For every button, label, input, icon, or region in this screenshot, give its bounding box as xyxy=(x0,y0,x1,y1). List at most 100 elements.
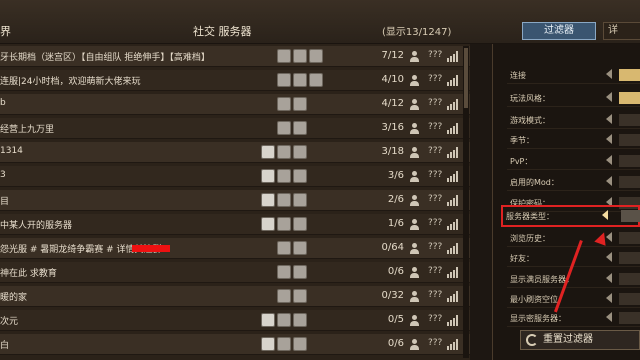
scrollbar-thumb[interactable] xyxy=(464,48,468,108)
season-icon xyxy=(293,265,307,279)
filter-value[interactable] xyxy=(619,92,640,104)
filter-label: 浏览历史： xyxy=(510,234,550,243)
player-count: 0/6 xyxy=(387,266,404,277)
arrow-left-icon[interactable] xyxy=(606,252,612,262)
filter-row[interactable]: 游戏模式： xyxy=(507,111,640,129)
tab-details[interactable]: 详 xyxy=(603,22,640,40)
table-row[interactable]: 目 2/6??? xyxy=(0,190,470,211)
server-name: 3 xyxy=(0,170,6,180)
page-title: 社交 服务器 xyxy=(193,25,252,38)
lock-icon xyxy=(261,169,275,183)
mode-icon xyxy=(277,169,291,183)
filter-value[interactable] xyxy=(619,273,640,285)
person-icon xyxy=(410,75,419,86)
filter-value[interactable] xyxy=(619,155,640,167)
table-row[interactable]: 经营上九万里 3/16??? xyxy=(0,118,470,139)
arrow-left-icon[interactable] xyxy=(606,69,612,79)
table-row[interactable]: 次元 0/5??? xyxy=(0,310,470,331)
filter-row[interactable]: 连接 xyxy=(507,66,640,84)
filter-row[interactable]: 浏览历史： xyxy=(507,229,640,247)
filter-row[interactable]: 玩法风格： xyxy=(507,89,640,107)
filter-value[interactable] xyxy=(619,114,640,126)
table-row[interactable]: 神在此 求教育 0/6??? xyxy=(0,262,470,283)
server-name: 目 xyxy=(0,197,10,207)
table-row[interactable]: 白 0/6??? xyxy=(0,334,470,355)
signal-icon xyxy=(447,51,459,62)
ping-value: ??? xyxy=(428,218,443,228)
arrow-left-icon[interactable] xyxy=(606,273,612,283)
filter-row[interactable]: 最小刷资空位： xyxy=(507,290,640,308)
filter-value[interactable] xyxy=(619,252,640,264)
filter-label: 服务器类型： xyxy=(506,212,554,221)
filter-label: 连接 xyxy=(510,71,526,80)
signal-icon xyxy=(447,99,459,110)
server-name: 1314 xyxy=(0,146,23,156)
table-row[interactable]: 怨光服 # 暑期龙绮争霸赛 # 详情关注群6 0/64??? xyxy=(0,238,470,259)
arrow-left-icon[interactable] xyxy=(606,312,612,322)
filter-value[interactable] xyxy=(619,312,640,324)
filter-value[interactable] xyxy=(619,69,640,81)
person-icon xyxy=(410,243,419,254)
filter-row[interactable]: PvP： xyxy=(507,152,640,170)
filter-label: 显示密服务器： xyxy=(510,314,566,323)
filter-value[interactable] xyxy=(619,176,640,188)
filter-row[interactable]: 显示密服务器： xyxy=(507,309,640,327)
player-count: 4/10 xyxy=(381,74,404,85)
season-icon xyxy=(293,337,307,351)
lock-icon xyxy=(261,193,275,207)
filter-label: 好友： xyxy=(510,254,534,263)
signal-icon xyxy=(447,267,459,278)
server-name: 牙长期档（迷宫区）【自由组队 拒绝伸手】【高难档】 xyxy=(0,53,210,63)
person-icon xyxy=(410,195,419,206)
filter-row[interactable]: 启用的Mod： xyxy=(507,173,640,191)
arrow-left-icon[interactable] xyxy=(606,92,612,102)
filter-value[interactable] xyxy=(619,293,640,305)
table-row[interactable]: b 4/12??? xyxy=(0,94,470,115)
filter-label: 季节： xyxy=(510,136,534,145)
mode-icon xyxy=(277,337,291,351)
table-row[interactable]: 1314 3/18??? xyxy=(0,142,470,163)
filter-label: 玩法风格： xyxy=(510,94,550,103)
table-row[interactable]: 中某人开的服务器 1/6??? xyxy=(0,214,470,235)
tab-filters[interactable]: 过滤器 xyxy=(522,22,596,40)
signal-icon xyxy=(447,219,459,230)
server-name: 连服|24小时档，欢迎萌新大佬来玩 xyxy=(0,77,141,87)
arrow-left-icon[interactable] xyxy=(606,176,612,186)
player-count: 4/12 xyxy=(381,98,404,109)
table-row[interactable]: 暖的家 0/32??? xyxy=(0,286,470,307)
filter-value[interactable] xyxy=(619,134,640,146)
arrow-left-icon[interactable] xyxy=(606,134,612,144)
ping-value: ??? xyxy=(428,314,443,324)
season-icon xyxy=(293,49,307,63)
arrow-left-icon[interactable] xyxy=(606,293,612,303)
signal-icon xyxy=(447,147,459,158)
arrow-left-icon[interactable] xyxy=(602,210,608,220)
arrow-left-icon[interactable] xyxy=(606,155,612,165)
filter-row[interactable]: 显示满员服务器： xyxy=(507,270,640,288)
reset-filters-button[interactable]: 重置过滤器 xyxy=(520,330,640,350)
server-count: (显示13/1247) xyxy=(382,27,452,38)
filter-row[interactable]: 季节： xyxy=(507,131,640,149)
mode-icon xyxy=(277,241,291,255)
mode-icon xyxy=(277,145,291,159)
player-count: 0/32 xyxy=(381,290,404,301)
table-row[interactable]: 3 3/6??? xyxy=(0,166,470,187)
ping-value: ??? xyxy=(428,74,443,84)
person-icon xyxy=(410,99,419,110)
lock-icon xyxy=(261,217,275,231)
table-row[interactable]: 连服|24小时档，欢迎萌新大佬来玩 4/10??? xyxy=(0,70,470,91)
lock-icon xyxy=(261,337,275,351)
table-row[interactable]: 牙长期档（迷宫区）【自由组队 拒绝伸手】【高难档】 7/12??? xyxy=(0,46,470,67)
mode-icon xyxy=(277,121,291,135)
refresh-icon xyxy=(526,334,538,346)
season-icon xyxy=(293,73,307,87)
signal-icon xyxy=(447,195,459,206)
filter-value[interactable] xyxy=(619,232,640,244)
filter-row[interactable]: 服务器类型： xyxy=(501,205,640,227)
player-count: 7/12 xyxy=(381,50,404,61)
arrow-left-icon[interactable] xyxy=(606,114,612,124)
person-icon xyxy=(410,315,419,326)
person-icon xyxy=(410,219,419,230)
season-icon xyxy=(293,289,307,303)
filter-value[interactable] xyxy=(621,210,640,222)
